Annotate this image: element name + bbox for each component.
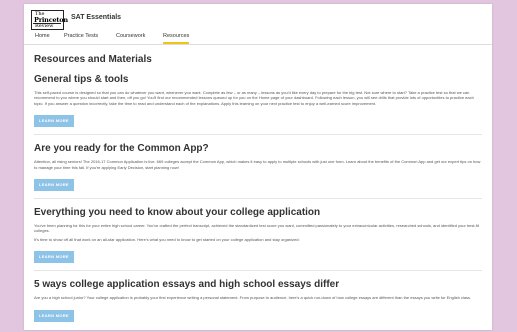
- main-content: Resources and Materials General tips & t…: [34, 54, 482, 330]
- resource-section: General tips & tools This self-paced cou…: [34, 74, 482, 136]
- section-title: Everything you need to know about your c…: [34, 207, 321, 219]
- resource-section: Everything you need to know about your c…: [34, 207, 482, 272]
- learn-more-button[interactable]: LEARN MORE: [34, 309, 74, 322]
- learn-more-button[interactable]: LEARN MORE: [34, 179, 74, 192]
- nav-item-coursework[interactable]: Coursework: [116, 33, 145, 42]
- nav-item-home[interactable]: Home: [35, 33, 50, 42]
- nav-item-practice-tests[interactable]: Practice Tests: [64, 33, 98, 42]
- learn-more-button[interactable]: LEARN MORE: [34, 251, 74, 264]
- page-title: Resources and Materials: [34, 54, 152, 65]
- app-title: SAT Essentials: [71, 14, 122, 21]
- nav-item-resources[interactable]: Resources: [163, 33, 190, 44]
- resource-section: 5 ways college application essays and hi…: [34, 279, 482, 328]
- princeton-review-logo[interactable]: The Princeton Review: [31, 10, 68, 30]
- section-body: You've been planning for this for your e…: [34, 223, 479, 234]
- learn-more-button[interactable]: LEARN MORE: [34, 115, 74, 128]
- section-title: General tips & tools: [34, 74, 129, 85]
- top-bar: The Princeton Review SAT Essentials: [24, 4, 492, 30]
- section-title: Are you ready for the Common App?: [34, 143, 209, 155]
- resource-section: Are you ready for the Common App? Attent…: [34, 143, 482, 200]
- main-nav: Home Practice Tests Coursework Resources: [24, 30, 492, 45]
- logo-text-review: Review: [35, 23, 54, 29]
- app-window: The Princeton Review SAT Essentials Home…: [24, 4, 492, 330]
- section-body: Are you a high school junior? Your colle…: [34, 295, 472, 301]
- section-body: Attention, all rising seniors! The 2016-…: [34, 159, 481, 170]
- section-body: This self-paced course is designed so th…: [34, 90, 474, 106]
- section-title: 5 ways college application essays and hi…: [34, 279, 340, 291]
- section-body: It's time to show off all that work on a…: [34, 236, 300, 242]
